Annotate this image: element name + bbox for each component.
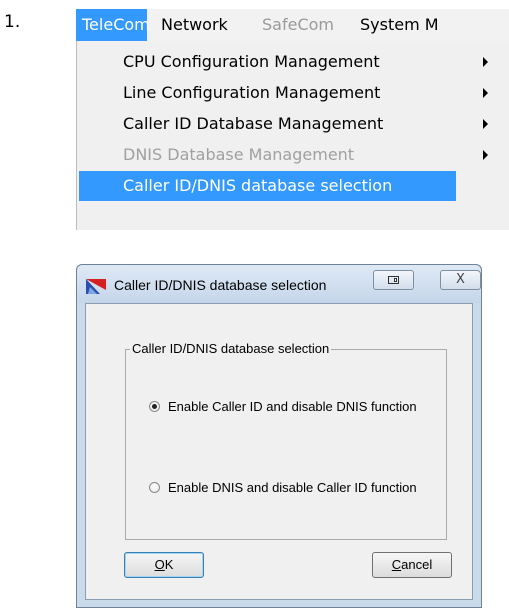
radio-label: Enable Caller ID and disable DNIS functi… — [168, 399, 417, 414]
step-number: 1. — [4, 12, 21, 32]
menu-network[interactable]: Network — [153, 9, 236, 41]
telecom-app-icon — [86, 279, 106, 294]
close-button[interactable]: X — [440, 270, 481, 290]
menu-safecom: SafeCom — [262, 15, 334, 34]
menu-item-callerid-dnis-selection[interactable]: Caller ID/DNIS database selection — [79, 171, 456, 201]
submenu-arrow-icon — [483, 88, 488, 98]
submenu-arrow-icon — [483, 57, 488, 67]
telecom-dropdown-menu: CPU Configuration Management Line Config… — [76, 41, 509, 230]
dialog-title: Caller ID/DNIS database selection — [114, 277, 327, 293]
cancel-mnemonic: C — [391, 557, 402, 572]
cancel-label-rest: ancel — [401, 557, 433, 572]
menu-item-label: Caller ID/DNIS database selection — [123, 176, 393, 195]
submenu-arrow-icon — [483, 150, 488, 160]
menu-item-caller-id-database[interactable]: Caller ID Database Management — [79, 109, 456, 139]
menu-telecom[interactable]: TeleCom — [76, 9, 150, 41]
restore-button[interactable] — [373, 270, 414, 290]
menu-item-line-configuration[interactable]: Line Configuration Management — [79, 78, 456, 108]
menu-item-cpu-configuration[interactable]: CPU Configuration Management — [79, 47, 456, 77]
close-x-icon: X — [456, 272, 465, 287]
database-selection-groupbox: Caller ID/DNIS database selection Enable… — [125, 341, 447, 540]
radio-checked-icon[interactable] — [149, 401, 160, 412]
groupbox-label: Caller ID/DNIS database selection — [130, 341, 332, 356]
cancel-button[interactable]: Cancel — [372, 552, 452, 578]
ok-mnemonic: O — [154, 557, 165, 572]
restore-window-icon — [388, 276, 399, 284]
menu-item-label: CPU Configuration Management — [123, 52, 380, 71]
menubar: TeleCom Network SafeCom System M — [76, 9, 509, 41]
ok-label-rest: K — [164, 557, 174, 572]
menu-item-label: DNIS Database Management — [123, 145, 355, 164]
menu-item-label: Caller ID Database Management — [123, 114, 384, 133]
menu-item-label: Line Configuration Management — [123, 83, 381, 102]
submenu-arrow-icon — [483, 119, 488, 129]
radio-label: Enable DNIS and disable Caller ID functi… — [168, 480, 417, 495]
menu-system[interactable]: System M — [352, 9, 447, 41]
menu-item-dnis-database: DNIS Database Management — [79, 140, 456, 170]
ok-button[interactable]: OK — [124, 552, 204, 578]
dialog-titlebar[interactable]: Caller ID/DNIS database selection X — [77, 265, 481, 303]
dialog-window: Caller ID/DNIS database selection X Call… — [76, 264, 482, 608]
menu-screenshot: TeleCom Network SafeCom System M CPU Con… — [76, 9, 509, 230]
radio-unchecked-icon[interactable] — [149, 482, 160, 493]
